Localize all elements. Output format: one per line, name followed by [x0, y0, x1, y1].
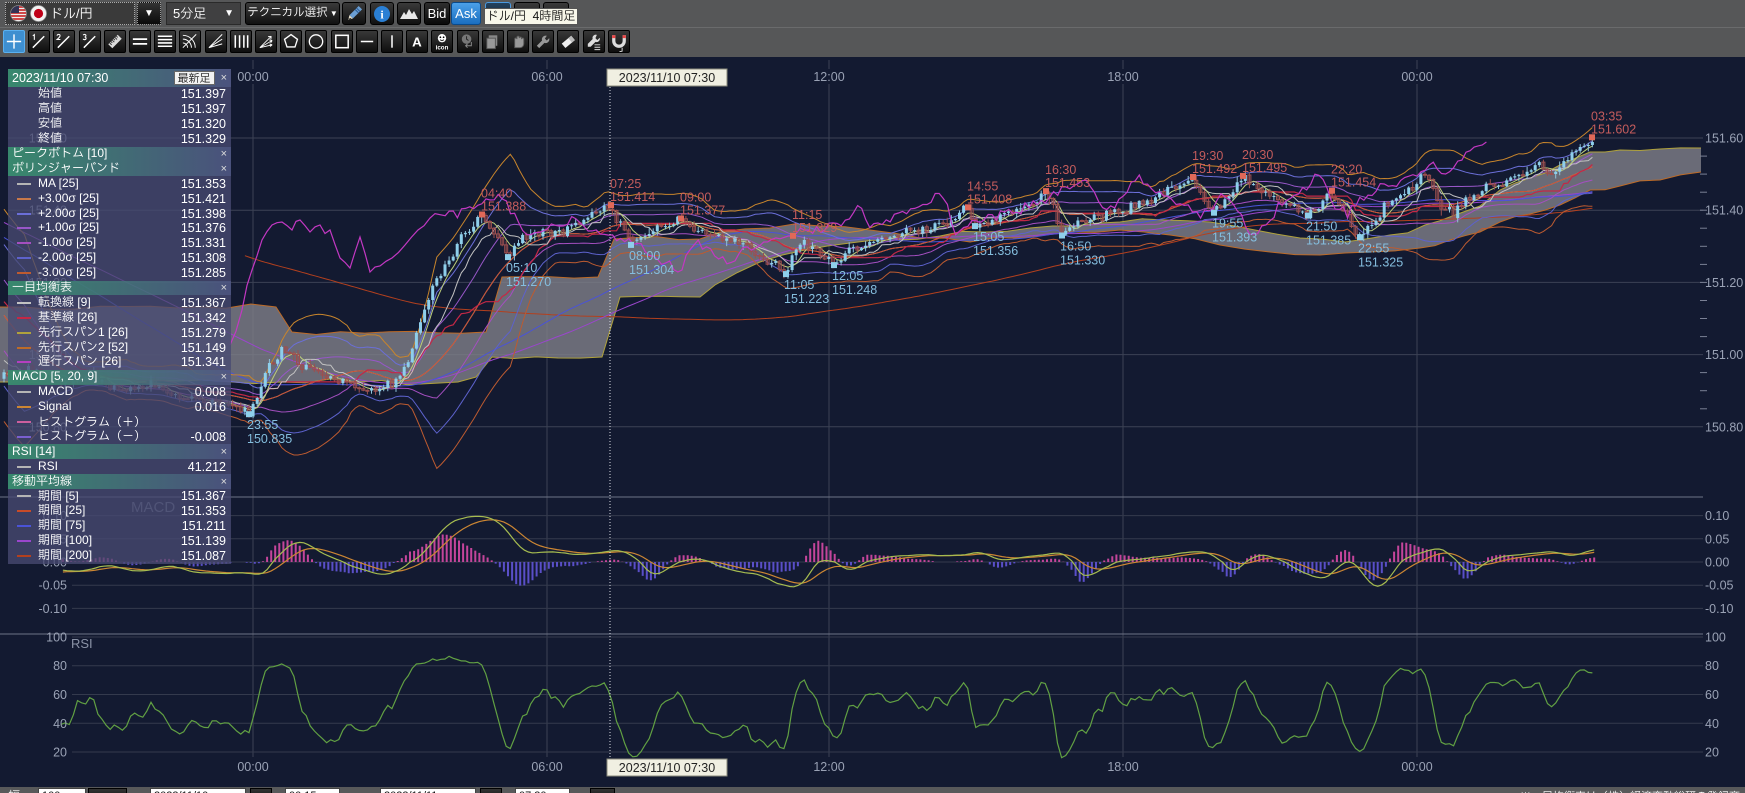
- svg-text:151.453: 151.453: [1045, 176, 1090, 190]
- svg-text:04:40: 04:40: [481, 187, 512, 201]
- svg-text:00:00: 00:00: [1401, 70, 1432, 84]
- svg-text:22:55: 22:55: [1358, 241, 1389, 255]
- svg-text:40: 40: [1705, 717, 1719, 731]
- svg-text:18:00: 18:00: [1107, 70, 1138, 84]
- svg-text:19:30: 19:30: [1192, 149, 1223, 163]
- svg-text:2023/11/10 07:30: 2023/11/10 07:30: [619, 71, 715, 85]
- svg-text:16:30: 16:30: [1045, 163, 1076, 177]
- svg-text:20: 20: [53, 746, 67, 760]
- svg-text:00:00: 00:00: [1401, 760, 1432, 774]
- svg-text:150.835: 150.835: [247, 432, 292, 446]
- svg-text:0.05: 0.05: [1705, 532, 1729, 546]
- svg-text:23:55: 23:55: [247, 418, 278, 432]
- svg-text:11:15: 11:15: [792, 208, 822, 222]
- svg-text:151.408: 151.408: [967, 192, 1012, 206]
- svg-text:151.393: 151.393: [1212, 231, 1257, 245]
- svg-text:80: 80: [53, 659, 67, 673]
- svg-text:15:05: 15:05: [973, 230, 1004, 244]
- svg-text:22:20: 22:20: [1331, 163, 1362, 177]
- svg-text:18:00: 18:00: [1107, 760, 1138, 774]
- svg-text:-0.05: -0.05: [1705, 579, 1734, 593]
- svg-text:151.20: 151.20: [1705, 276, 1743, 290]
- svg-text:151.602: 151.602: [1591, 122, 1636, 136]
- svg-text:100: 100: [46, 631, 67, 645]
- svg-text:60: 60: [1705, 688, 1719, 702]
- svg-text:RSI: RSI: [71, 636, 93, 651]
- svg-text:21:50: 21:50: [1306, 220, 1337, 234]
- svg-text:20:30: 20:30: [1242, 148, 1273, 162]
- svg-text:-0.05: -0.05: [39, 579, 68, 593]
- svg-text:-0.10: -0.10: [1705, 602, 1734, 616]
- svg-text:icon: icon: [436, 45, 449, 52]
- svg-text:151.495: 151.495: [1242, 161, 1287, 175]
- svg-text:0.00: 0.00: [1705, 556, 1729, 570]
- svg-text:151.270: 151.270: [506, 275, 551, 289]
- svg-text:12:00: 12:00: [813, 70, 844, 84]
- svg-text:A: A: [412, 34, 422, 49]
- svg-text:00:00: 00:00: [237, 760, 268, 774]
- svg-text:150.80: 150.80: [1705, 420, 1743, 434]
- svg-text:151.492: 151.492: [1192, 162, 1237, 176]
- svg-text:151.454: 151.454: [1331, 176, 1376, 190]
- svg-text:151.223: 151.223: [784, 292, 829, 306]
- svg-text:07:25: 07:25: [610, 177, 641, 191]
- svg-text:151.248: 151.248: [832, 283, 877, 297]
- svg-text:80: 80: [1705, 659, 1719, 673]
- svg-text:14:55: 14:55: [967, 179, 998, 193]
- svg-text:151.325: 151.325: [1358, 255, 1403, 269]
- svg-text:151.414: 151.414: [610, 190, 655, 204]
- svg-text:2023/11/10 07:30: 2023/11/10 07:30: [619, 761, 715, 775]
- svg-text:151.377: 151.377: [680, 204, 725, 218]
- svg-text:08:00: 08:00: [629, 249, 660, 263]
- svg-text:05:10: 05:10: [506, 261, 537, 275]
- svg-text:-0.10: -0.10: [39, 602, 68, 616]
- svg-text:09:00: 09:00: [680, 191, 711, 205]
- svg-text:151.388: 151.388: [481, 200, 526, 214]
- svg-text:12:00: 12:00: [813, 760, 844, 774]
- svg-text:151.304: 151.304: [629, 263, 674, 277]
- svg-text:151.356: 151.356: [973, 244, 1018, 258]
- svg-text:151.329: 151.329: [792, 221, 837, 235]
- svg-text:06:00: 06:00: [531, 760, 562, 774]
- svg-text:151.40: 151.40: [1705, 204, 1743, 218]
- svg-text:100: 100: [1705, 631, 1726, 645]
- svg-text:151.00: 151.00: [1705, 348, 1743, 362]
- svg-text:12:05: 12:05: [832, 269, 863, 283]
- svg-text:06:00: 06:00: [531, 70, 562, 84]
- svg-text:11:05: 11:05: [784, 278, 814, 292]
- svg-text:40: 40: [53, 717, 67, 731]
- svg-text:60: 60: [53, 688, 67, 702]
- svg-text:16:50: 16:50: [1060, 240, 1091, 254]
- svg-text:20: 20: [1705, 746, 1719, 760]
- svg-text:151.330: 151.330: [1060, 254, 1105, 268]
- svg-text:19:55: 19:55: [1212, 217, 1243, 231]
- svg-text:0.10: 0.10: [1705, 509, 1729, 523]
- svg-text:151.385: 151.385: [1306, 234, 1351, 248]
- svg-text:00:00: 00:00: [237, 70, 268, 84]
- svg-text:151.60: 151.60: [1705, 132, 1743, 146]
- svg-text:03:35: 03:35: [1591, 109, 1622, 123]
